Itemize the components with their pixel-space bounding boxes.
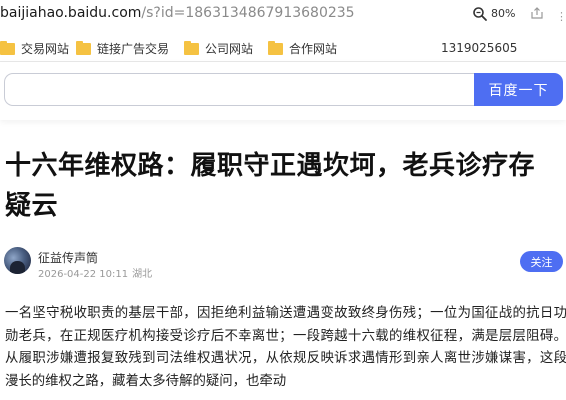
- publish-date: 2026-04-22 10:11: [38, 269, 129, 280]
- search-input[interactable]: [4, 73, 476, 106]
- bookmark-folder[interactable]: 链接广告交易: [76, 40, 169, 57]
- bookmarks-bar: 交易网站 链接广告交易 公司网站 合作网站 1319025605: [0, 32, 566, 62]
- folder-icon: [268, 40, 283, 55]
- folder-icon: [0, 40, 15, 55]
- more-icon[interactable]: ⋮: [556, 10, 566, 23]
- bookmark-label: 合作网站: [289, 42, 338, 56]
- follow-button[interactable]: 关注: [520, 251, 563, 272]
- author-name[interactable]: 征益传声筒: [38, 249, 98, 266]
- zoom-level[interactable]: 80%: [491, 7, 515, 20]
- bookmark-phone[interactable]: 1319025605: [441, 41, 517, 55]
- author-avatar[interactable]: [4, 247, 31, 274]
- publish-location: 湖北: [132, 269, 153, 280]
- url-text[interactable]: baijiahao.baidu.com/s?id=186313486791368…: [0, 5, 355, 21]
- article-body: 一名坚守税收职责的基层干部，因拒绝利益输送遭遇变故致终身伤残；一位为国征战的抗日…: [5, 306, 566, 389]
- bookmark-folder[interactable]: 交易网站: [0, 40, 69, 57]
- bookmark-folder[interactable]: 合作网站: [268, 40, 337, 57]
- magnifier-icon[interactable]: [472, 6, 488, 22]
- article-title: 十六年维权路：履职守正遇坎坷，老兵诊疗存疑云: [5, 151, 536, 221]
- bookmark-label: 公司网站: [205, 42, 254, 56]
- share-icon[interactable]: [530, 6, 544, 20]
- url-host: baijiahao.baidu.com: [0, 5, 142, 21]
- bookmark-label: 链接广告交易: [97, 42, 170, 56]
- url-path: /s?id=1863134867913680235: [141, 5, 355, 21]
- article-meta: 2026-04-22 10:11 湖北: [38, 265, 152, 280]
- folder-icon: [184, 40, 199, 55]
- folder-icon: [76, 40, 91, 55]
- search-button[interactable]: 百度一下: [474, 73, 563, 106]
- bookmark-label: 交易网站: [21, 42, 70, 56]
- address-bar[interactable]: baijiahao.baidu.com/s?id=186313486791368…: [0, 0, 566, 32]
- bookmark-folder[interactable]: 公司网站: [184, 40, 253, 57]
- search-header: 百度一下: [0, 62, 566, 120]
